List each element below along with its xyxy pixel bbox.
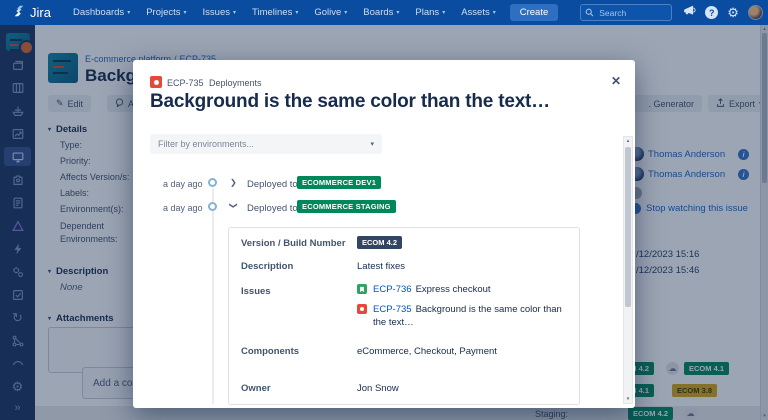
nav-timelines[interactable]: Timelines▾	[252, 7, 298, 18]
chevron-down-icon: ▾	[233, 10, 236, 16]
timeline-connector	[212, 188, 214, 404]
nav-golive[interactable]: Golive▾	[314, 7, 347, 18]
help-icon[interactable]: ?	[705, 6, 718, 19]
modal-scrollbar[interactable]: ▴ ▾	[623, 136, 633, 404]
jira-logo-text: Jira	[30, 5, 51, 20]
main-nav: Dashboards▾ Projects▾ Issues▾ Timelines▾…	[73, 7, 496, 18]
linked-issue: ECP-735Background is the same color than…	[357, 304, 567, 330]
chevron-down-icon: ▾	[295, 10, 298, 16]
expand-chevron-icon[interactable]: ❯	[230, 178, 237, 187]
deployment-time: a day ago	[163, 179, 203, 189]
chevron-down-icon: ▾	[344, 10, 347, 16]
deployment-action: Deployed to	[247, 179, 298, 190]
chevron-down-icon: ▾	[370, 140, 374, 148]
components-label: Components	[241, 346, 299, 357]
environment-badge[interactable]: ECOMMERCE STAGING	[297, 200, 396, 213]
top-navbar: Jira Dashboards▾ Projects▾ Issues▾ Timel…	[0, 0, 768, 25]
version-label: Version / Build Number	[241, 238, 346, 249]
timeline-node	[208, 178, 217, 187]
modal-issue-key[interactable]: ECP-735	[167, 78, 204, 88]
owner-label: Owner	[241, 383, 271, 394]
story-type-icon	[357, 284, 367, 294]
deployments-modal: ECP-735 Deployments ✕ Background is the …	[133, 60, 635, 408]
filter-placeholder: Filter by environments...	[158, 139, 254, 149]
collapse-chevron-icon[interactable]: ❯	[229, 202, 238, 209]
components-value: eCommerce, Checkout, Payment	[357, 346, 497, 357]
environment-badge[interactable]: ECOMMERCE DEV1	[297, 176, 381, 189]
search-input[interactable]	[597, 7, 661, 19]
description-label: Description	[241, 261, 293, 272]
environment-filter-select[interactable]: Filter by environments... ▾	[150, 134, 382, 154]
jira-logo-icon	[12, 4, 26, 21]
jira-app: Jira Dashboards▾ Projects▾ Issues▾ Timel…	[0, 0, 768, 420]
announcements-icon[interactable]	[682, 4, 696, 22]
search-icon	[585, 4, 594, 22]
deployment-details-card: Version / Build Number ECOM 4.2 Descript…	[228, 227, 580, 405]
nav-boards[interactable]: Boards▾	[363, 7, 399, 18]
chevron-down-icon: ▾	[396, 10, 399, 16]
issue-key-link[interactable]: ECP-735	[373, 304, 412, 315]
nav-plans[interactable]: Plans▾	[415, 7, 445, 18]
navbar-icons: ? ⚙	[682, 4, 763, 22]
scroll-down-icon[interactable]: ▾	[624, 396, 632, 402]
bug-type-icon	[357, 304, 367, 314]
deployment-time: a day ago	[163, 203, 203, 213]
chevron-down-icon: ▾	[493, 10, 496, 16]
close-icon[interactable]: ✕	[611, 74, 621, 88]
issues-label: Issues	[241, 286, 271, 297]
linked-issue: ECP-736 Express checkout	[357, 284, 491, 295]
create-button[interactable]: Create	[510, 4, 559, 21]
deployment-action: Deployed to	[247, 203, 298, 214]
issue-summary: Express checkout	[416, 284, 491, 295]
issue-key-link[interactable]: ECP-736	[373, 284, 412, 295]
nav-assets[interactable]: Assets▾	[461, 7, 496, 18]
modal-context-label: Deployments	[209, 78, 262, 88]
user-avatar[interactable]	[748, 5, 763, 20]
bug-type-icon	[150, 76, 162, 88]
build-badge: ECOM 4.2	[357, 236, 402, 249]
owner-value: Jon Snow	[357, 383, 399, 394]
search-box[interactable]	[580, 4, 672, 21]
nav-projects[interactable]: Projects▾	[146, 7, 186, 18]
settings-gear-icon[interactable]: ⚙	[727, 6, 739, 19]
nav-issues[interactable]: Issues▾	[203, 7, 236, 18]
scroll-up-icon[interactable]: ▴	[624, 138, 632, 144]
modal-title: Background is the same color than the te…	[150, 91, 550, 113]
chevron-down-icon: ▾	[127, 10, 130, 16]
timeline-node	[208, 202, 217, 211]
chevron-down-icon: ▾	[442, 10, 445, 16]
nav-dashboards[interactable]: Dashboards▾	[73, 7, 130, 18]
jira-logo[interactable]: Jira	[12, 4, 51, 21]
chevron-down-icon: ▾	[184, 10, 187, 16]
modal-scrollbar-thumb[interactable]	[625, 147, 631, 307]
description-value: Latest fixes	[357, 261, 405, 272]
